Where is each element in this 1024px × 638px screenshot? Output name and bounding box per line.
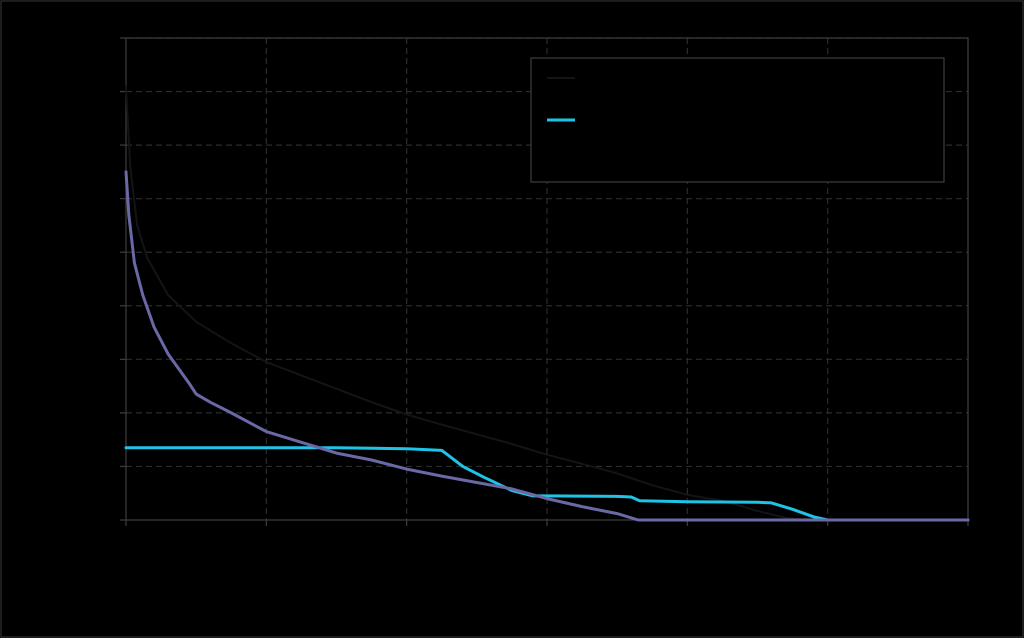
series-line-3 bbox=[124, 170, 970, 522]
line-chart bbox=[0, 0, 1024, 638]
legend-box bbox=[530, 57, 945, 183]
chart-container bbox=[0, 0, 1024, 638]
legend bbox=[530, 57, 945, 183]
